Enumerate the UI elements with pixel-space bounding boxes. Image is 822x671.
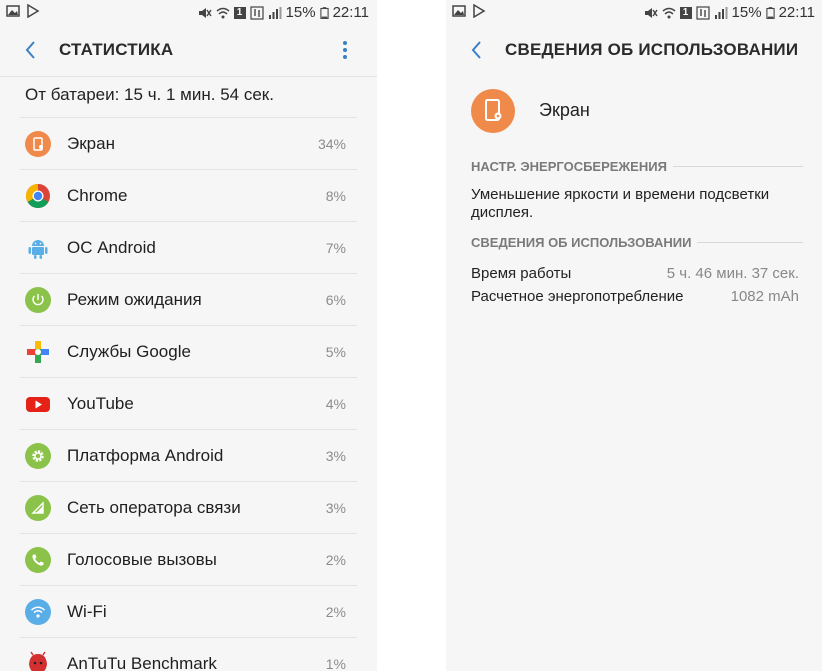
gallery-notification-icon xyxy=(6,5,20,17)
signal-strength-icon xyxy=(714,6,728,19)
list-item-label: Голосовые вызовы xyxy=(67,549,217,569)
power-saving-section-header: НАСТР. ЭНЕРГОСБЕРЕЖЕНИЯ xyxy=(471,158,803,180)
list-item-android-platform[interactable]: Платформа Android 3% xyxy=(20,429,357,481)
list-item-screen[interactable]: Экран 34% xyxy=(20,117,357,169)
list-item-percent: 2% xyxy=(325,603,346,620)
play-store-notification-icon xyxy=(27,4,40,18)
usage-row-power-consumption: Расчетное энергопотребление 1082 mAh xyxy=(471,285,799,308)
screen-icon xyxy=(471,89,515,133)
list-item-label: Службы Google xyxy=(67,341,191,361)
list-item-percent: 7% xyxy=(325,239,346,256)
usage-key: Время работы xyxy=(471,265,572,282)
list-item-label: ОС Android xyxy=(67,237,156,257)
battery-icon xyxy=(765,6,775,19)
section-title: НАСТР. ЭНЕРГОСБЕРЕЖЕНИЯ xyxy=(471,159,673,174)
back-arrow-icon[interactable] xyxy=(22,38,38,62)
list-item-percent: 1% xyxy=(325,655,346,671)
google-play-services-icon xyxy=(27,340,49,363)
list-item-label: YouTube xyxy=(67,393,134,413)
data-transfer-icon xyxy=(695,5,710,20)
list-item-percent: 3% xyxy=(325,499,346,516)
page-title: СВЕДЕНИЯ ОБ ИСПОЛЬЗОВАНИИ xyxy=(505,40,799,59)
more-options-icon[interactable] xyxy=(341,39,349,61)
list-item-label: Chrome xyxy=(67,185,128,205)
list-item-label: Платформа Android xyxy=(67,445,224,465)
list-item-label: Wi-Fi xyxy=(67,601,107,621)
list-item-android-os[interactable]: ОС Android 7% xyxy=(20,221,357,273)
list-item-label: Режим ожидания xyxy=(67,289,202,309)
list-item-standby[interactable]: Режим ожидания 6% xyxy=(20,273,357,325)
usage-list: Экран 34% Chrome 8% ОС Android 7% Режим … xyxy=(20,117,357,671)
battery-percent: 15% xyxy=(731,4,762,21)
app-name: Экран xyxy=(539,100,590,120)
wifi-icon xyxy=(25,598,51,625)
usage-value: 1082 mAh xyxy=(730,288,799,305)
list-item-youtube[interactable]: YouTube 4% xyxy=(20,377,357,429)
list-item-percent: 8% xyxy=(325,187,346,204)
app-header: Экран xyxy=(446,76,822,144)
wifi-status-icon xyxy=(216,7,230,18)
android-icon xyxy=(28,239,48,259)
status-bar: 1 15% 22:11 xyxy=(0,0,377,26)
list-item-percent: 2% xyxy=(325,551,346,568)
list-item-label: AnTuTu Benchmark xyxy=(67,653,217,671)
list-item-label: Сеть оператора связи xyxy=(67,497,241,517)
gear-icon xyxy=(25,442,51,469)
phone-icon xyxy=(25,546,51,573)
battery-summary: От батареи: 15 ч. 1 мин. 54 сек. xyxy=(25,85,274,104)
power-saving-description[interactable]: Уменьшение яркости и времени подсветки д… xyxy=(471,186,803,222)
mute-icon xyxy=(644,7,658,18)
usage-details-screen: 1 15% 22:11 СВЕДЕНИЯ ОБ ИСПОЛЬЗОВАНИИ Эк… xyxy=(446,0,822,671)
power-icon xyxy=(25,286,51,313)
section-title: СВЕДЕНИЯ ОБ ИСПОЛЬЗОВАНИИ xyxy=(471,235,698,250)
app-bar: СТАТИСТИКА xyxy=(0,26,377,76)
usage-value: 5 ч. 46 мин. 37 сек. xyxy=(666,265,799,282)
list-item-google-services[interactable]: Службы Google 5% xyxy=(20,325,357,377)
usage-row-uptime: Время работы 5 ч. 46 мин. 37 сек. xyxy=(471,262,799,285)
chrome-icon xyxy=(25,183,50,208)
list-item-chrome[interactable]: Chrome 8% xyxy=(20,169,357,221)
sim-slot-badge: 1 xyxy=(679,6,692,19)
back-arrow-icon[interactable] xyxy=(468,38,484,62)
usage-key: Расчетное энергопотребление xyxy=(471,288,684,305)
list-item-percent: 4% xyxy=(325,395,346,412)
list-item-percent: 5% xyxy=(325,343,346,360)
antutu-icon xyxy=(29,651,47,671)
list-item-label: Экран xyxy=(67,133,115,153)
gallery-notification-icon xyxy=(452,5,466,17)
play-store-notification-icon xyxy=(473,4,486,18)
statistics-screen: 1 15% 22:11 СТАТИСТИКА От батареи: 15 ч.… xyxy=(0,0,377,671)
sim-slot-badge: 1 xyxy=(233,6,246,19)
list-item-percent: 3% xyxy=(325,447,346,464)
list-item-voice-calls[interactable]: Голосовые вызовы 2% xyxy=(20,533,357,585)
battery-icon xyxy=(319,6,329,19)
list-item-percent: 6% xyxy=(325,291,346,308)
list-item-carrier-network[interactable]: Сеть оператора связи 3% xyxy=(20,481,357,533)
list-item-percent: 34% xyxy=(317,135,346,152)
data-transfer-icon xyxy=(249,5,264,20)
signal-strength-icon xyxy=(268,6,282,19)
usage-section-header: СВЕДЕНИЯ ОБ ИСПОЛЬЗОВАНИИ xyxy=(471,234,803,256)
battery-percent: 15% xyxy=(285,4,316,21)
clock: 22:11 xyxy=(778,4,815,21)
app-bar: СВЕДЕНИЯ ОБ ИСПОЛЬЗОВАНИИ xyxy=(446,26,822,76)
status-bar: 1 15% 22:11 xyxy=(446,0,822,26)
youtube-icon xyxy=(26,396,50,412)
page-title: СТАТИСТИКА xyxy=(59,40,174,59)
list-item-wifi[interactable]: Wi-Fi 2% xyxy=(20,585,357,637)
cell-signal-icon xyxy=(25,494,51,521)
wifi-status-icon xyxy=(662,7,676,18)
mute-icon xyxy=(198,7,212,18)
screen-icon xyxy=(25,130,51,157)
clock: 22:11 xyxy=(332,4,369,21)
list-item-antutu[interactable]: AnTuTu Benchmark 1% xyxy=(20,637,357,671)
